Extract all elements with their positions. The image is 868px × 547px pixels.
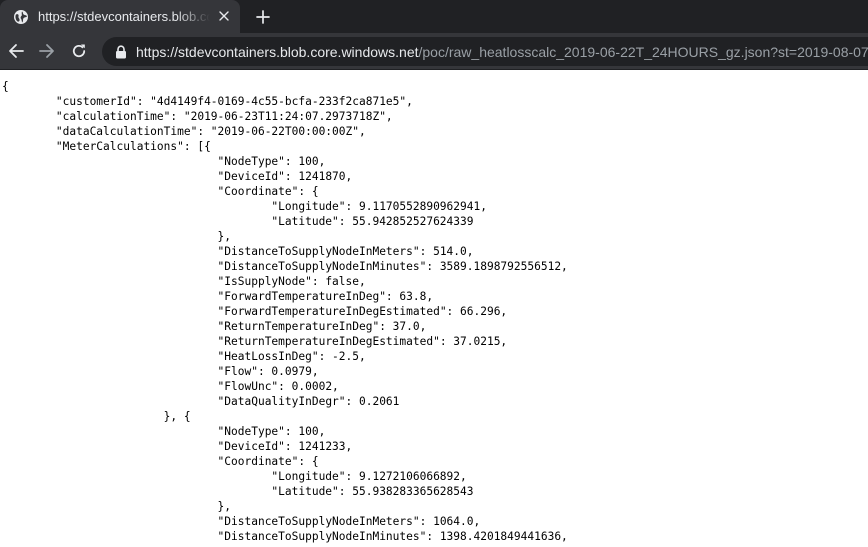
json-line: "Longitude": 9.1272106066892, [2, 470, 467, 483]
url-host: https://stdevcontainers.blob.core.window… [136, 43, 419, 60]
reload-icon[interactable] [68, 40, 90, 62]
browser-toolbar: https://stdevcontainers.blob.core.window… [0, 33, 868, 70]
json-line: "customerId": "4d4149f4-0169-4c55-bcfa-2… [2, 95, 413, 108]
tab-active[interactable]: https://stdevcontainers.blob.core.window… [0, 0, 240, 33]
json-line: "dataCalculationTime": "2019-06-22T00:00… [2, 125, 366, 138]
plus-icon[interactable] [252, 6, 274, 28]
tab-strip: https://stdevcontainers.blob.core.window… [0, 0, 868, 33]
json-line: "DistanceToSupplyNodeInMinutes": 3589.18… [2, 260, 568, 273]
json-line: "HeatLossInDeg": -2.5, [2, 350, 366, 363]
json-line: "ReturnTemperatureInDeg": 37.0, [2, 320, 427, 333]
json-line: "FlowUnc": 0.0002, [2, 380, 339, 393]
tab-title: https://stdevcontainers.blob.core.window… [38, 9, 210, 24]
globe-icon [13, 9, 29, 25]
json-line: "Coordinate": { [2, 185, 319, 198]
json-line: "ForwardTemperatureInDegEstimated": 66.2… [2, 305, 508, 318]
json-line: "DeviceId": 1241233, [2, 440, 353, 453]
url-text: https://stdevcontainers.blob.core.window… [136, 44, 868, 60]
arrow-left-icon[interactable] [5, 40, 27, 62]
json-line: "Flow": 0.0979, [2, 365, 319, 378]
json-line: "DistanceToSupplyNodeInMinutes": 1398.42… [2, 530, 568, 543]
arrow-right-icon[interactable] [36, 40, 58, 62]
json-line: }, [2, 230, 232, 243]
json-line: "IsSupplyNode": false, [2, 275, 366, 288]
page-content: { "customerId": "4d4149f4-0169-4c55-bcfa… [0, 71, 868, 547]
json-line: }, { [2, 410, 191, 423]
json-line: "NodeType": 100, [2, 155, 326, 168]
json-line: "Latitude": 55.938283365628543 [2, 485, 474, 498]
address-bar[interactable]: https://stdevcontainers.blob.core.window… [102, 37, 868, 66]
json-line: }, [2, 500, 232, 513]
json-line: "NodeType": 100, [2, 425, 326, 438]
json-line: "Longitude": 9.1170552890962941, [2, 200, 487, 213]
json-line: "ReturnTemperatureInDegEstimated": 37.02… [2, 335, 508, 348]
json-line: "Coordinate": { [2, 455, 319, 468]
json-line: "Latitude": 55.942852527624339 [2, 215, 474, 228]
json-line: "DistanceToSupplyNodeInMeters": 1064.0, [2, 515, 481, 528]
json-line: { [2, 80, 9, 93]
json-line: "DataQualityInDegr": 0.2061 [2, 395, 400, 408]
close-icon[interactable] [216, 8, 232, 24]
json-document: { "customerId": "4d4149f4-0169-4c55-bcfa… [0, 71, 868, 544]
json-line: "DeviceId": 1241870, [2, 170, 353, 183]
json-line: "MeterCalculations": [{ [2, 140, 211, 153]
json-line: "DistanceToSupplyNodeInMeters": 514.0, [2, 245, 474, 258]
json-line: "calculationTime": "2019-06-23T11:24:07.… [2, 110, 393, 123]
json-line: "ForwardTemperatureInDeg": 63.8, [2, 290, 434, 303]
url-path: /poc/raw_heatlosscalc_2019-06-22T_24HOUR… [418, 43, 868, 60]
lock-icon[interactable] [114, 44, 128, 59]
